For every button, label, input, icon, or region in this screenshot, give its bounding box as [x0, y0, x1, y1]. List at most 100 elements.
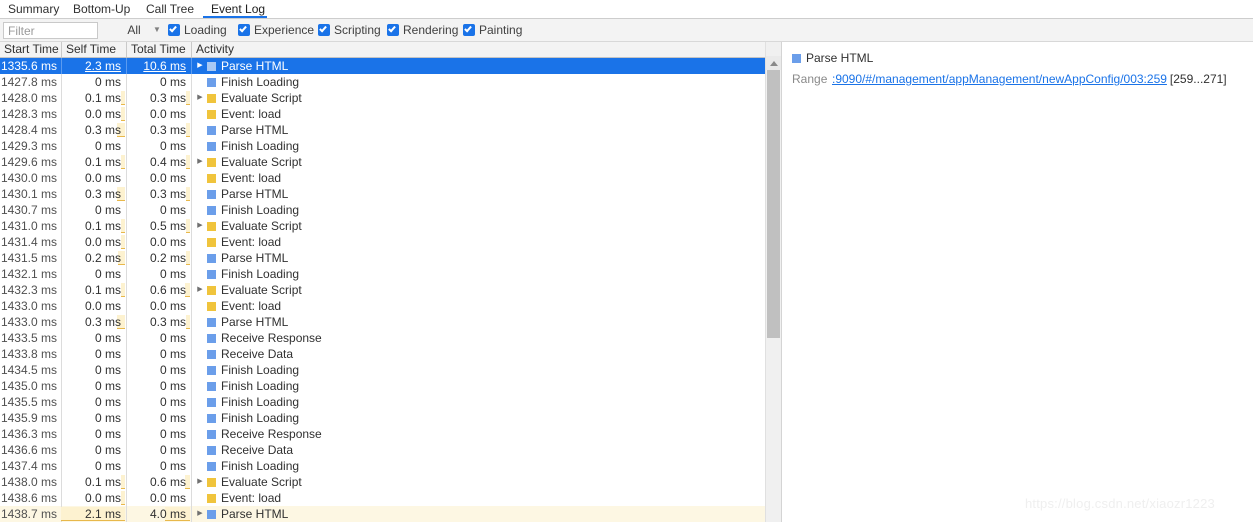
- cell-text: 0.2 ms: [149, 251, 186, 265]
- cell-start-time: 1432.1 ms: [0, 267, 57, 281]
- checkmark-icon[interactable]: [463, 24, 475, 36]
- cell-self: 0 ms: [61, 138, 126, 154]
- expand-triangle-icon[interactable]: ▶: [195, 218, 205, 234]
- table-row[interactable]: 1429.6 ms 0.1 ms 0.4 ms ▶ Evaluate Script: [0, 154, 765, 170]
- activity-color-swatch-icon: [207, 494, 216, 503]
- cell-start-time: 1435.9 ms: [0, 411, 57, 425]
- table-row[interactable]: 1435.9 ms 0 ms 0 ms Finish Loading: [0, 410, 765, 426]
- checkmark-icon[interactable]: [238, 24, 250, 36]
- expand-triangle-icon[interactable]: ▶: [195, 474, 205, 490]
- cell-activity: Finish Loading: [191, 394, 765, 410]
- table-row[interactable]: 1428.4 ms 0.3 ms 0.3 ms Parse HTML: [0, 122, 765, 138]
- checkbox-rendering[interactable]: Rendering: [387, 22, 458, 39]
- grid-body[interactable]: 1335.6 ms 2.3 ms 10.6 ms ▶ Parse HTML 1427.8 …: [0, 58, 765, 522]
- cell-self: 0.3 ms: [61, 314, 126, 330]
- checkbox-experience[interactable]: Experience: [238, 22, 314, 39]
- table-row[interactable]: 1432.1 ms 0 ms 0 ms Finish Loading: [0, 266, 765, 282]
- table-row[interactable]: 1433.0 ms 0.3 ms 0.3 ms Parse HTML: [0, 314, 765, 330]
- table-row[interactable]: 1435.5 ms 0 ms 0 ms Finish Loading: [0, 394, 765, 410]
- cell-text: 0.3 ms: [149, 315, 186, 329]
- vertical-scrollbar[interactable]: [765, 42, 781, 522]
- table-row[interactable]: 1429.3 ms 0 ms 0 ms Finish Loading: [0, 138, 765, 154]
- table-row[interactable]: 1427.8 ms 0 ms 0 ms Finish Loading: [0, 74, 765, 90]
- cell-text: 0 ms: [94, 363, 121, 377]
- checkbox-loading[interactable]: Loading: [168, 22, 227, 39]
- table-row[interactable]: 1434.5 ms 0 ms 0 ms Finish Loading: [0, 362, 765, 378]
- cell-start-time: 1430.7 ms: [0, 203, 57, 217]
- chevron-down-icon[interactable]: ▼: [150, 21, 164, 39]
- cell-activity: Receive Response: [191, 426, 765, 442]
- cell-total: 0.3 ms: [126, 314, 191, 330]
- column-header-start-time[interactable]: Start Time: [0, 42, 61, 57]
- cell-text: 0.4 ms: [149, 155, 186, 169]
- cell-total: 0.6 ms: [126, 282, 191, 298]
- tab-summary[interactable]: Summary: [0, 0, 68, 18]
- column-header-self-time[interactable]: Self Time: [61, 42, 126, 57]
- cell-activity: Finish Loading: [191, 410, 765, 426]
- checkbox-scripting[interactable]: Scripting: [318, 22, 381, 39]
- table-row[interactable]: 1437.4 ms 0 ms 0 ms Finish Loading: [0, 458, 765, 474]
- scrollbar-thumb[interactable]: [767, 70, 780, 338]
- table-row[interactable]: 1432.3 ms 0.1 ms 0.6 ms ▶ Evaluate Script: [0, 282, 765, 298]
- cell-start-time: 1428.4 ms: [0, 123, 57, 137]
- table-row[interactable]: 1431.5 ms 0.2 ms 0.2 ms Parse HTML: [0, 250, 765, 266]
- column-header-total-time[interactable]: Total Time: [126, 42, 191, 57]
- cell-activity: ▶ Evaluate Script: [191, 474, 765, 490]
- activity-color-swatch-icon: [207, 510, 216, 519]
- cell-text: 0 ms: [159, 427, 186, 441]
- cell-self: 0.0 ms: [61, 234, 126, 250]
- table-row[interactable]: 1430.7 ms 0 ms 0 ms Finish Loading: [0, 202, 765, 218]
- tab-bottom-up[interactable]: Bottom-Up: [65, 0, 139, 18]
- table-row[interactable]: 1433.0 ms 0.0 ms 0.0 ms Event: load: [0, 298, 765, 314]
- cell-total: 0.3 ms: [126, 90, 191, 106]
- cell-total: 0.0 ms: [126, 298, 191, 314]
- table-row[interactable]: 1428.3 ms 0.0 ms 0.0 ms Event: load: [0, 106, 765, 122]
- cell-activity: Receive Data: [191, 442, 765, 458]
- scroll-up-arrow-icon[interactable]: [766, 56, 781, 70]
- table-row[interactable]: 1431.0 ms 0.1 ms 0.5 ms ▶ Evaluate Script: [0, 218, 765, 234]
- cell-start-time: 1431.0 ms: [0, 219, 57, 233]
- filter-input[interactable]: [3, 22, 98, 39]
- activity-color-swatch-icon: [207, 302, 216, 311]
- table-row[interactable]: 1430.1 ms 0.3 ms 0.3 ms Parse HTML: [0, 186, 765, 202]
- expand-triangle-icon[interactable]: ▶: [195, 282, 205, 298]
- table-row[interactable]: 1335.6 ms 2.3 ms 10.6 ms ▶ Parse HTML: [0, 58, 765, 74]
- cell-text: 0.2 ms: [84, 251, 121, 265]
- cell-self: 0.1 ms: [61, 90, 126, 106]
- table-row[interactable]: 1431.4 ms 0.0 ms 0.0 ms Event: load: [0, 234, 765, 250]
- cell-total: 0 ms: [126, 442, 191, 458]
- detail-range-row: Range:9090/#/management/appManagement/ne…: [792, 71, 1227, 87]
- table-row[interactable]: 1430.0 ms 0.0 ms 0.0 ms Event: load: [0, 170, 765, 186]
- table-row[interactable]: 1436.3 ms 0 ms 0 ms Receive Response: [0, 426, 765, 442]
- cell-text: 0 ms: [94, 427, 121, 441]
- table-row[interactable]: 1428.0 ms 0.1 ms 0.3 ms ▶ Evaluate Script: [0, 90, 765, 106]
- cell-total: 0.0 ms: [126, 106, 191, 122]
- column-header-activity[interactable]: Activity: [191, 42, 765, 57]
- tab-event-log[interactable]: Event Log: [203, 0, 267, 18]
- cell-text: 0.0 ms: [84, 491, 121, 505]
- checkbox-painting[interactable]: Painting: [463, 22, 522, 39]
- table-row[interactable]: 1433.5 ms 0 ms 0 ms Receive Response: [0, 330, 765, 346]
- expand-triangle-icon[interactable]: ▶: [195, 58, 205, 74]
- table-row[interactable]: 1433.8 ms 0 ms 0 ms Receive Data: [0, 346, 765, 362]
- table-row[interactable]: 1438.6 ms 0.0 ms 0.0 ms Event: load: [0, 490, 765, 506]
- cell-total: 0 ms: [126, 330, 191, 346]
- detail-range-link[interactable]: :9090/#/management/appManagement/newAppC…: [832, 72, 1167, 86]
- table-row[interactable]: 1435.0 ms 0 ms 0 ms Finish Loading: [0, 378, 765, 394]
- detail-range-suffix: [259...271]: [1169, 72, 1227, 86]
- expand-triangle-icon[interactable]: ▶: [195, 506, 205, 522]
- table-row[interactable]: 1436.6 ms 0 ms 0 ms Receive Data: [0, 442, 765, 458]
- checkmark-icon[interactable]: [318, 24, 330, 36]
- table-row[interactable]: 1438.7 ms 2.1 ms 4.0 ms ▶ Parse HTML: [0, 506, 765, 522]
- expand-triangle-icon[interactable]: ▶: [195, 154, 205, 170]
- tab-call-tree[interactable]: Call Tree: [138, 0, 208, 18]
- cell-total: 0 ms: [126, 362, 191, 378]
- cell-text: 0.0 ms: [149, 235, 186, 249]
- cell-text: 0.3 ms: [84, 187, 121, 201]
- checkmark-icon[interactable]: [387, 24, 399, 36]
- checkmark-icon[interactable]: [168, 24, 180, 36]
- cell-self: 0.3 ms: [61, 122, 126, 138]
- table-row[interactable]: 1438.0 ms 0.1 ms 0.6 ms ▶ Evaluate Script: [0, 474, 765, 490]
- cell-start-time: 1435.0 ms: [0, 379, 57, 393]
- expand-triangle-icon[interactable]: ▶: [195, 90, 205, 106]
